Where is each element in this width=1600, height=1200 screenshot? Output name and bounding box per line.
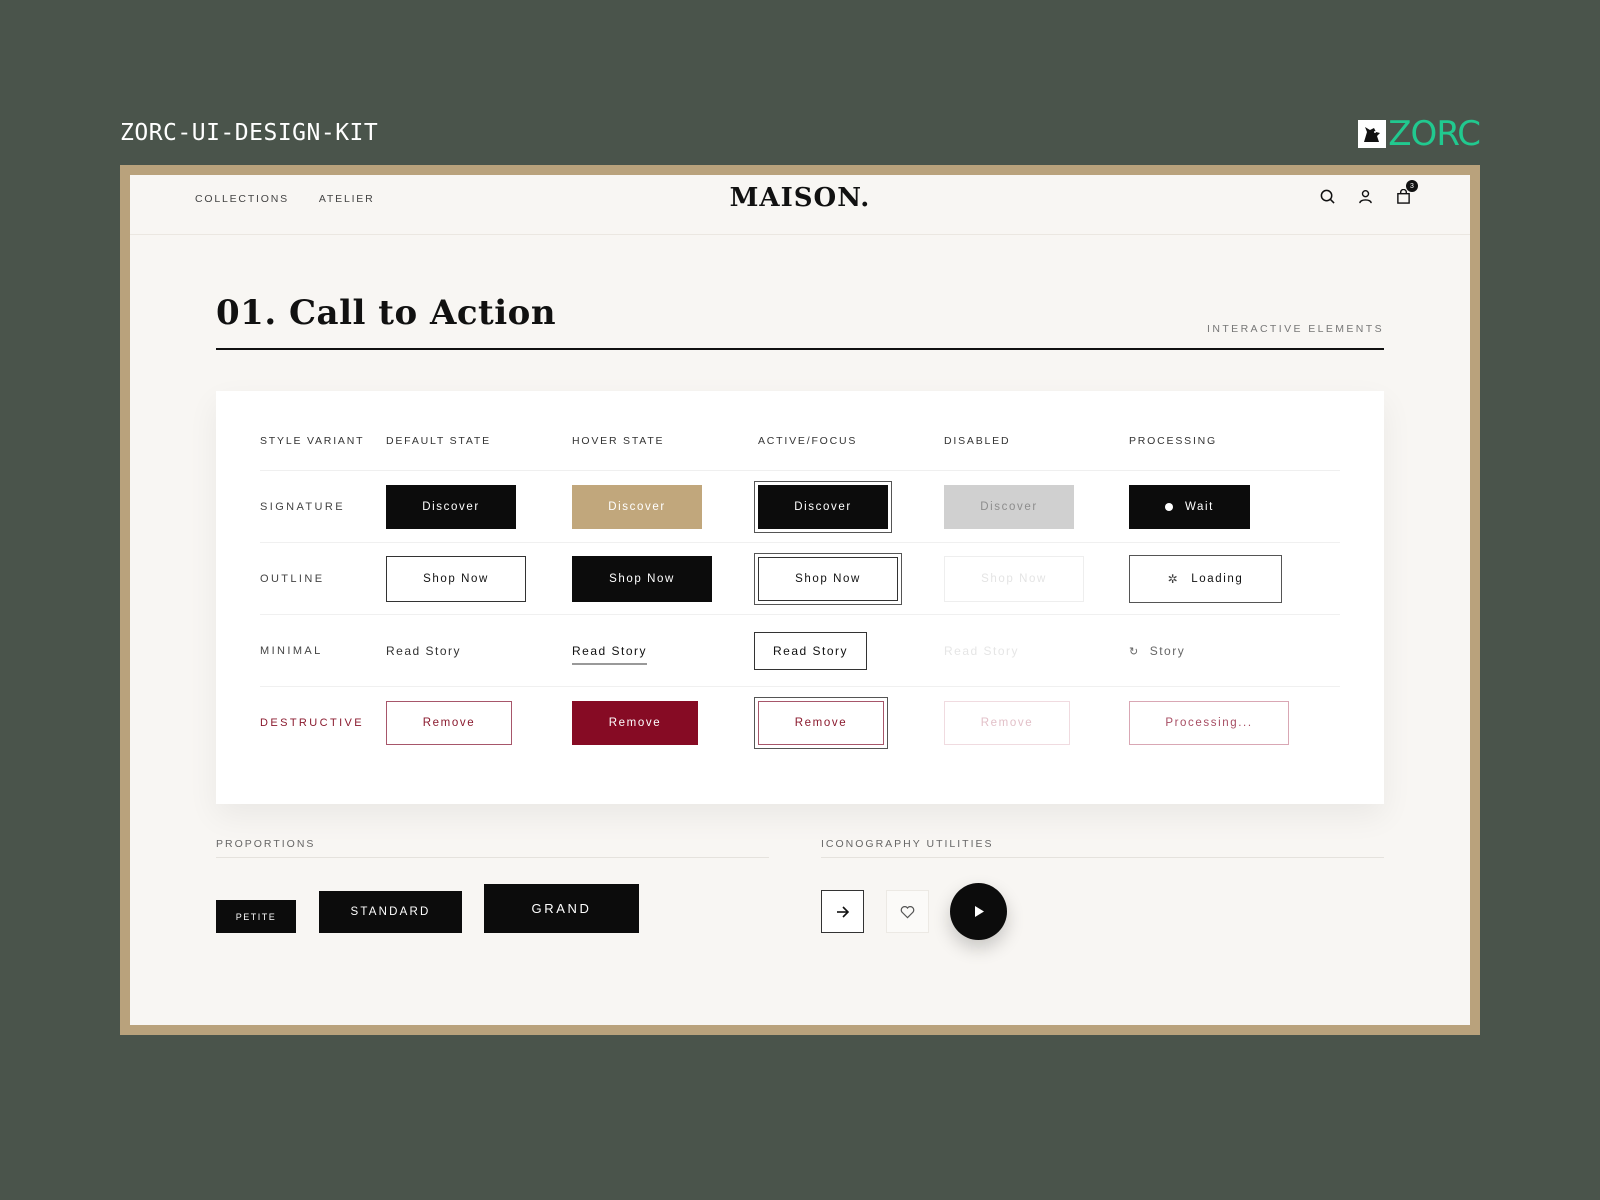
destructive-disabled-button: Remove [944,701,1070,745]
nav-link-atelier[interactable]: ATELIER [319,193,375,205]
processing-label: Story [1149,644,1186,658]
showcase-frame: COLLECTIONS ATELIER MAISON. 3 01. Call t… [120,165,1480,1035]
grand-button[interactable]: GRAND [484,884,639,933]
section-header: 01. Call to Action INTERACTIVE ELEMENTS [216,293,1384,350]
destructive-default-button[interactable]: Remove [386,701,512,745]
row-label-signature: SIGNATURE [260,501,345,513]
reload-icon: ↻ [1129,645,1140,658]
nav-link-collections[interactable]: COLLECTIONS [195,193,289,205]
brand: ZORC [1358,114,1481,154]
table-row-destructive: DESTRUCTIVE Remove Remove Remove Remove … [260,687,1340,759]
iconography-header: ICONOGRAPHY UTILITIES [821,838,1384,858]
signature-processing-button[interactable]: Wait [1129,485,1250,529]
signature-disabled-button: Discover [944,485,1074,529]
header-disabled: DISABLED [944,435,1011,447]
loading-dot-icon [1165,503,1173,511]
processing-label: Loading [1191,573,1244,585]
section-subtitle: INTERACTIVE ELEMENTS [1207,323,1384,335]
wolf-logo-icon [1358,120,1387,148]
row-label-outline: OUTLINE [260,573,325,585]
header-default-state: DEFAULT STATE [386,435,491,447]
table-header-row: STYLE VARIANT DEFAULT STATE HOVER STATE … [260,435,1340,471]
outline-active-button[interactable]: Shop Now [758,557,898,601]
destructive-focus-ring: Remove [754,697,888,749]
outline-processing-button[interactable]: ✲ Loading [1129,555,1282,603]
outline-disabled-button: Shop Now [944,556,1084,602]
kit-title: ZORC-UI-DESIGN-KIT [120,120,379,146]
table-row-signature: SIGNATURE Discover Discover Discover Dis… [260,471,1340,543]
standard-button[interactable]: STANDARD [319,891,462,933]
maison-logo[interactable]: MAISON. [730,183,871,213]
nav-links: COLLECTIONS ATELIER [195,175,375,223]
brand-name: ZORC [1388,114,1481,154]
heart-icon[interactable] [886,890,929,933]
cart-badge: 3 [1406,180,1418,192]
search-icon[interactable] [1318,187,1336,205]
outline-default-button[interactable]: Shop Now [386,556,526,602]
minimal-processing-link[interactable]: ↻ Story [1129,644,1185,658]
top-nav: COLLECTIONS ATELIER MAISON. 3 [130,175,1470,235]
button-matrix-card: STYLE VARIANT DEFAULT STATE HOVER STATE … [216,391,1384,804]
signature-default-button[interactable]: Discover [386,485,516,529]
minimal-hover-link[interactable]: Read Story [572,644,648,665]
minimal-default-link[interactable]: Read Story [386,644,461,658]
destructive-processing-button[interactable]: Processing... [1129,701,1289,745]
page: COLLECTIONS ATELIER MAISON. 3 01. Call t… [130,175,1470,1025]
spinner-icon: ✲ [1167,572,1180,586]
proportions-header: PROPORTIONS [216,838,769,858]
minimal-active-button[interactable]: Read Story [754,632,868,670]
processing-label: Wait [1185,501,1214,513]
table-row-outline: OUTLINE Shop Now Shop Now Shop Now Shop … [260,543,1340,615]
header-processing: PROCESSING [1129,435,1218,447]
page-title: 01. Call to Action [216,293,557,333]
bag-icon[interactable]: 3 [1394,180,1418,205]
minimal-disabled-link: Read Story [944,644,1020,658]
header-style-variant: STYLE VARIANT [260,435,365,447]
petite-button[interactable]: PETITE [216,900,296,933]
play-icon[interactable] [950,883,1007,940]
signature-focus-ring: Discover [754,481,892,533]
nav-icons: 3 [1318,180,1418,205]
header-active-focus: ACTIVE/FOCUS [758,435,858,447]
user-icon[interactable] [1356,187,1374,205]
destructive-hover-button[interactable]: Remove [572,701,698,745]
table-row-minimal: MINIMAL Read Story Read Story Read Story… [260,615,1340,687]
outline-hover-button[interactable]: Shop Now [572,556,712,602]
signature-active-button[interactable]: Discover [758,485,888,529]
arrow-right-icon[interactable] [821,890,864,933]
row-label-minimal: MINIMAL [260,645,323,657]
row-label-destructive: DESTRUCTIVE [260,717,365,729]
header-hover-state: HOVER STATE [572,435,665,447]
destructive-active-button[interactable]: Remove [758,701,884,745]
outline-focus-ring: Shop Now [754,553,902,605]
signature-hover-button[interactable]: Discover [572,485,702,529]
